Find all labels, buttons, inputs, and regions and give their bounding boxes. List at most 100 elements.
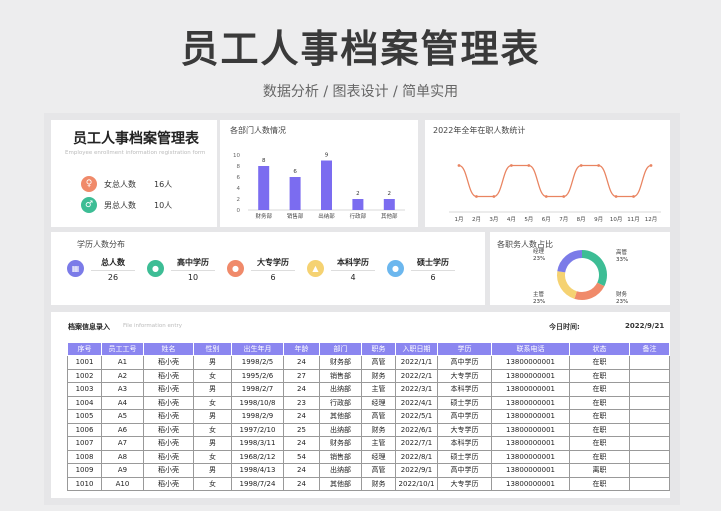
table-cell[interactable]: 在职 bbox=[569, 422, 630, 437]
table-cell[interactable]: 1009 bbox=[67, 463, 102, 478]
table-cell[interactable]: 行政部 bbox=[319, 395, 362, 410]
table-cell[interactable]: 大专学历 bbox=[437, 476, 492, 491]
table-cell[interactable]: 稻小壳 bbox=[143, 368, 194, 383]
table-cell[interactable] bbox=[629, 395, 670, 410]
table-cell[interactable]: 2022/3/1 bbox=[395, 382, 438, 397]
table-cell[interactable]: 2022/7/1 bbox=[395, 436, 438, 451]
column-header[interactable]: 入职日期 bbox=[395, 342, 438, 356]
table-cell[interactable] bbox=[629, 476, 670, 491]
table-cell[interactable]: A5 bbox=[101, 409, 144, 424]
table-cell[interactable]: 1998/3/11 bbox=[231, 436, 284, 451]
table-cell[interactable]: 1004 bbox=[67, 395, 102, 410]
table-cell[interactable]: 财务 bbox=[361, 368, 396, 383]
table-cell[interactable]: 13800000001 bbox=[491, 476, 570, 491]
table-cell[interactable]: 24 bbox=[283, 436, 320, 451]
table-cell[interactable]: 2022/1/1 bbox=[395, 355, 438, 370]
column-header[interactable]: 出生年月 bbox=[231, 342, 284, 356]
table-cell[interactable]: 其他部 bbox=[319, 476, 362, 491]
table-cell[interactable]: 男 bbox=[193, 409, 232, 424]
table-cell[interactable]: 男 bbox=[193, 436, 232, 451]
table-cell[interactable]: 13800000001 bbox=[491, 449, 570, 464]
table-cell[interactable]: 1005 bbox=[67, 409, 102, 424]
table-cell[interactable]: A7 bbox=[101, 436, 144, 451]
table-cell[interactable]: 在职 bbox=[569, 355, 630, 370]
table-cell[interactable]: 稻小壳 bbox=[143, 395, 194, 410]
table-cell[interactable]: 稻小壳 bbox=[143, 463, 194, 478]
table-cell[interactable]: 稻小壳 bbox=[143, 422, 194, 437]
table-cell[interactable]: 13800000001 bbox=[491, 382, 570, 397]
table-cell[interactable]: 2022/10/1 bbox=[395, 476, 438, 491]
column-header[interactable]: 员工工号 bbox=[101, 342, 144, 356]
table-cell[interactable]: A9 bbox=[101, 463, 144, 478]
column-header[interactable]: 序号 bbox=[67, 342, 102, 356]
table-cell[interactable]: 2022/4/1 bbox=[395, 395, 438, 410]
table-cell[interactable]: 在职 bbox=[569, 409, 630, 424]
table-cell[interactable]: 1008 bbox=[67, 449, 102, 464]
table-cell[interactable]: 27 bbox=[283, 368, 320, 383]
table-cell[interactable]: 财务部 bbox=[319, 355, 362, 370]
table-cell[interactable]: 2022/5/1 bbox=[395, 409, 438, 424]
table-cell[interactable]: 24 bbox=[283, 355, 320, 370]
table-cell[interactable]: 出纳部 bbox=[319, 422, 362, 437]
table-cell[interactable]: 女 bbox=[193, 395, 232, 410]
table-cell[interactable]: 1998/4/13 bbox=[231, 463, 284, 478]
table-cell[interactable]: 女 bbox=[193, 422, 232, 437]
table-cell[interactable]: 稻小壳 bbox=[143, 436, 194, 451]
table-cell[interactable]: 其他部 bbox=[319, 409, 362, 424]
table-cell[interactable] bbox=[629, 382, 670, 397]
table-cell[interactable]: 离职 bbox=[569, 463, 630, 478]
column-header[interactable]: 职务 bbox=[361, 342, 396, 356]
table-cell[interactable]: 2022/9/1 bbox=[395, 463, 438, 478]
column-header[interactable]: 性别 bbox=[193, 342, 232, 356]
column-header[interactable]: 备注 bbox=[629, 342, 670, 356]
table-cell[interactable]: 经理 bbox=[361, 449, 396, 464]
table-cell[interactable] bbox=[629, 463, 670, 478]
table-cell[interactable]: 2022/2/1 bbox=[395, 368, 438, 383]
table-cell[interactable]: 主管 bbox=[361, 382, 396, 397]
table-cell[interactable]: 女 bbox=[193, 368, 232, 383]
table-cell[interactable]: 本科学历 bbox=[437, 382, 492, 397]
table-cell[interactable]: 2022/6/1 bbox=[395, 422, 438, 437]
table-cell[interactable]: 硕士学历 bbox=[437, 395, 492, 410]
table-cell[interactable]: 24 bbox=[283, 409, 320, 424]
table-cell[interactable]: 在职 bbox=[569, 476, 630, 491]
column-header[interactable]: 学历 bbox=[437, 342, 492, 356]
table-cell[interactable]: 23 bbox=[283, 395, 320, 410]
column-header[interactable]: 部门 bbox=[319, 342, 362, 356]
table-cell[interactable]: A8 bbox=[101, 449, 144, 464]
table-cell[interactable]: 高中学历 bbox=[437, 355, 492, 370]
column-header[interactable]: 联系电话 bbox=[491, 342, 570, 356]
table-cell[interactable]: 1010 bbox=[67, 476, 102, 491]
table-cell[interactable]: 稻小壳 bbox=[143, 382, 194, 397]
table-cell[interactable] bbox=[629, 436, 670, 451]
table-cell[interactable]: 13800000001 bbox=[491, 395, 570, 410]
table-cell[interactable]: 24 bbox=[283, 463, 320, 478]
table-cell[interactable]: 男 bbox=[193, 463, 232, 478]
table-cell[interactable] bbox=[629, 422, 670, 437]
table-cell[interactable]: 13800000001 bbox=[491, 436, 570, 451]
table-cell[interactable]: 大专学历 bbox=[437, 422, 492, 437]
table-cell[interactable]: 13800000001 bbox=[491, 368, 570, 383]
table-cell[interactable]: 在职 bbox=[569, 395, 630, 410]
table-cell[interactable]: 稻小壳 bbox=[143, 476, 194, 491]
table-cell[interactable]: 1997/2/10 bbox=[231, 422, 284, 437]
table-cell[interactable] bbox=[629, 449, 670, 464]
table-cell[interactable]: 财务 bbox=[361, 476, 396, 491]
table-cell[interactable]: 1002 bbox=[67, 368, 102, 383]
table-cell[interactable]: 经理 bbox=[361, 395, 396, 410]
table-cell[interactable]: 在职 bbox=[569, 436, 630, 451]
table-cell[interactable]: 高管 bbox=[361, 355, 396, 370]
table-cell[interactable]: A10 bbox=[101, 476, 144, 491]
table-cell[interactable]: 销售部 bbox=[319, 368, 362, 383]
table-cell[interactable]: 13800000001 bbox=[491, 463, 570, 478]
table-cell[interactable]: 1007 bbox=[67, 436, 102, 451]
table-cell[interactable]: 1003 bbox=[67, 382, 102, 397]
table-cell[interactable]: 高中学历 bbox=[437, 463, 492, 478]
table-cell[interactable]: 高管 bbox=[361, 463, 396, 478]
table-cell[interactable]: 24 bbox=[283, 382, 320, 397]
table-cell[interactable]: A6 bbox=[101, 422, 144, 437]
table-cell[interactable]: 本科学历 bbox=[437, 436, 492, 451]
table-cell[interactable] bbox=[629, 355, 670, 370]
table-cell[interactable]: 出纳部 bbox=[319, 382, 362, 397]
table-cell[interactable]: 稻小壳 bbox=[143, 355, 194, 370]
